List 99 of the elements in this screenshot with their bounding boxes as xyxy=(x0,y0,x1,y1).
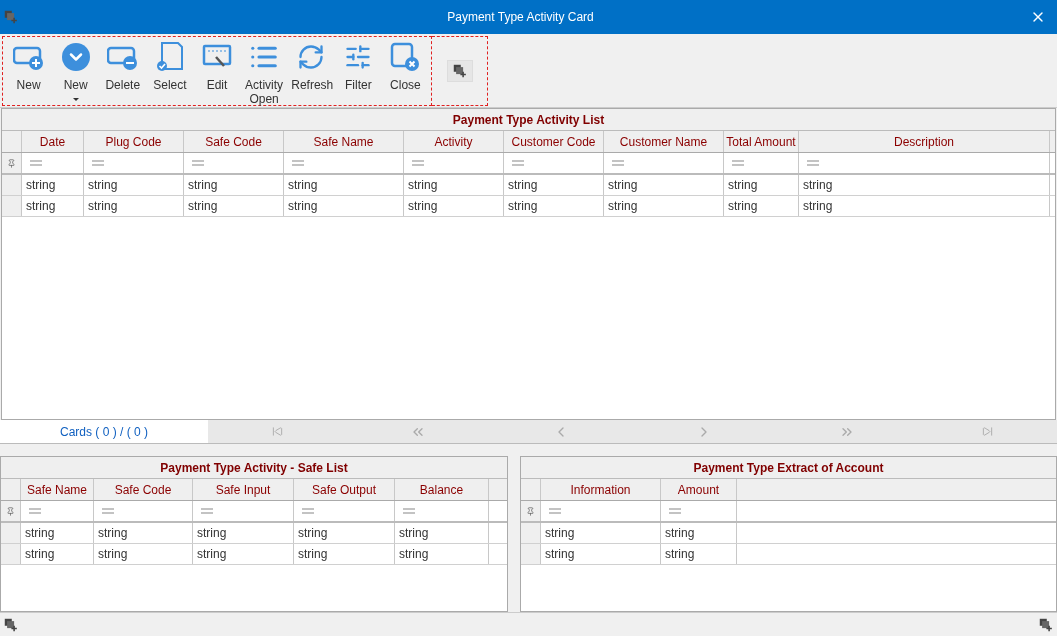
row-header[interactable] xyxy=(1,523,21,543)
column-header[interactable]: Customer Name xyxy=(604,131,724,152)
table-cell: string xyxy=(21,544,94,564)
column-header[interactable]: Amount xyxy=(661,479,737,500)
toolbar-button[interactable]: New xyxy=(7,41,51,92)
table-cell: string xyxy=(504,196,604,216)
filter-equals-icon xyxy=(512,160,524,166)
filter-equals-icon xyxy=(669,508,681,514)
pin-icon xyxy=(6,506,15,516)
column-header[interactable]: Balance xyxy=(395,479,489,500)
table-cell: string xyxy=(294,523,395,543)
row-header[interactable] xyxy=(2,175,22,195)
grid-title: Payment Type Activity List xyxy=(2,109,1055,131)
table-cell: string xyxy=(193,523,294,543)
table-cell: string xyxy=(541,544,661,564)
filter-equals-icon xyxy=(732,160,744,166)
filter-equals-icon xyxy=(29,508,41,514)
column-header[interactable]: Description xyxy=(799,131,1050,152)
table-cell: string xyxy=(22,196,84,216)
filter-equals-icon xyxy=(30,160,42,166)
toolbar-button[interactable]: Refresh xyxy=(289,41,333,92)
row-header[interactable] xyxy=(1,544,21,564)
filter-equals-icon xyxy=(412,160,424,166)
table-cell: string xyxy=(84,196,184,216)
pin-icon xyxy=(7,158,16,168)
table-cell: string xyxy=(799,196,1050,216)
column-header[interactable]: Safe Input xyxy=(193,479,294,500)
column-header[interactable]: Safe Code xyxy=(184,131,284,152)
table-cell: string xyxy=(22,175,84,195)
column-header[interactable]: Information xyxy=(541,479,661,500)
column-header[interactable]: Safe Name xyxy=(284,131,404,152)
table-cell: string xyxy=(799,175,1050,195)
row-header[interactable] xyxy=(521,544,541,564)
column-header[interactable]: Activity xyxy=(404,131,504,152)
table-cell: string xyxy=(84,175,184,195)
window-title: Payment Type Activity Card xyxy=(446,9,595,26)
table-cell: string xyxy=(724,175,799,195)
table-cell: string xyxy=(504,175,604,195)
table-cell: string xyxy=(193,544,294,564)
add-layer-button[interactable] xyxy=(446,60,473,82)
toolbar-button[interactable]: Select xyxy=(148,41,192,92)
window-close-icon xyxy=(390,42,421,72)
first-page-icon[interactable] xyxy=(271,426,283,437)
filter-equals-icon xyxy=(302,508,314,514)
table-cell: string xyxy=(661,523,737,543)
table-cell: string xyxy=(604,196,724,216)
table-cell: string xyxy=(395,523,489,543)
caret-icon xyxy=(72,98,79,101)
toolbar-button[interactable]: Close xyxy=(383,41,427,92)
pager-count: Cards ( 0 ) / ( 0 ) xyxy=(0,420,208,443)
row-header[interactable] xyxy=(521,523,541,543)
pin-icon xyxy=(526,506,535,516)
toolbar-button[interactable]: Edit xyxy=(195,41,239,92)
refresh-icon xyxy=(297,43,326,71)
toolbar-button[interactable]: Delete xyxy=(101,41,145,92)
filter-equals-icon xyxy=(201,508,213,514)
column-header[interactable]: Total Amount xyxy=(724,131,799,152)
column-header[interactable]: Plug Code xyxy=(84,131,184,152)
table-cell: string xyxy=(404,196,504,216)
grid-title: Payment Type Activity - Safe List xyxy=(1,457,507,479)
column-header[interactable]: Customer Code xyxy=(504,131,604,152)
add-layer-icon xyxy=(4,617,18,632)
toolbar-button[interactable]: Activity Open xyxy=(242,41,286,106)
table-cell: string xyxy=(604,175,724,195)
column-header[interactable]: Safe Code xyxy=(94,479,193,500)
table-cell: string xyxy=(184,175,284,195)
table-cell: string xyxy=(541,523,661,543)
filter-equals-icon xyxy=(612,160,624,166)
row-header[interactable] xyxy=(2,196,22,216)
filter-equals-icon xyxy=(292,160,304,166)
toolbar-button[interactable]: New xyxy=(54,41,98,101)
filter-equals-icon xyxy=(403,508,415,514)
column-header[interactable]: Safe Name xyxy=(21,479,94,500)
table-cell: string xyxy=(94,523,193,543)
column-header[interactable]: Safe Output xyxy=(294,479,395,500)
table-cell: string xyxy=(294,544,395,564)
table-cell: string xyxy=(724,196,799,216)
column-header[interactable]: Date xyxy=(22,131,84,152)
table-cell: string xyxy=(284,196,404,216)
last-page-icon[interactable] xyxy=(982,426,994,437)
filter-equals-icon xyxy=(807,160,819,166)
table-cell: string xyxy=(404,175,504,195)
add-layer-icon xyxy=(452,64,467,78)
add-layer-icon xyxy=(4,10,18,24)
table-cell: string xyxy=(94,544,193,564)
table-cell: string xyxy=(395,544,489,564)
filter-equals-icon xyxy=(192,160,204,166)
table-cell: string xyxy=(184,196,284,216)
filter-icon xyxy=(344,43,373,71)
table-cell: string xyxy=(284,175,404,195)
table-cell: string xyxy=(661,544,737,564)
table-cell: string xyxy=(21,523,94,543)
toolbar-button[interactable]: Filter xyxy=(336,41,380,92)
add-layer-icon xyxy=(1039,617,1053,632)
document-check-icon xyxy=(155,41,184,73)
filter-equals-icon xyxy=(92,160,104,166)
grid-title: Payment Type Extract of Account xyxy=(521,457,1056,479)
filter-equals-icon xyxy=(102,508,114,514)
filter-equals-icon xyxy=(549,508,561,514)
